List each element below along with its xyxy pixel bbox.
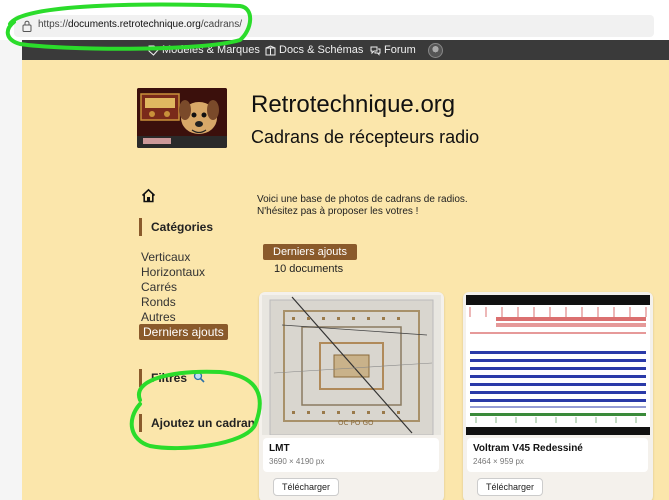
highlight-circle-url [5, 2, 253, 51]
highlight-circle-add-dial [129, 369, 262, 451]
annotation-overlay [5, 2, 262, 451]
